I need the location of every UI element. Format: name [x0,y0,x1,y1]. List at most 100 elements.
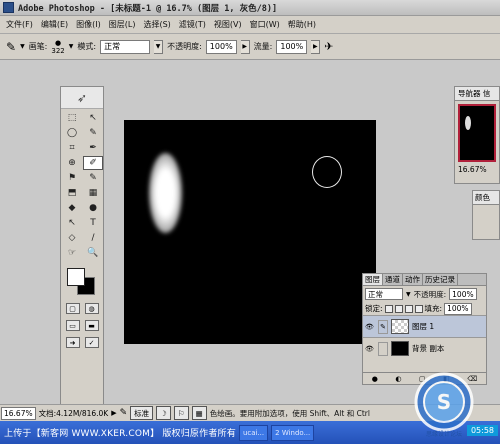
brush-tool-icon[interactable]: ✎ [6,40,16,54]
type-tool-icon[interactable]: T [83,216,103,230]
flow-input[interactable]: 100% [276,39,308,54]
menu-bar: 文件(F) 编辑(E) 图像(I) 图层(L) 选择(S) 滤镜(T) 视图(V… [0,16,500,34]
quickmask-mode-icon[interactable]: ◍ [84,303,99,314]
mode-value: 正常 [104,42,121,51]
blend-dropdown-icon[interactable]: ▼ [406,291,411,298]
brush-dot-icon: ● [55,38,62,47]
taskbar-button[interactable]: ucai... [238,424,269,441]
tab-history[interactable]: 历史记录 [423,274,458,285]
pen-tool-icon[interactable]: ◇ [62,231,82,245]
tab-channels[interactable]: 通道 [383,274,403,285]
grid-button[interactable]: ▦ [191,406,207,420]
mode-select[interactable]: 正常 [100,39,151,54]
layer-style-icon[interactable]: ● [372,375,378,383]
brush-preset-picker[interactable]: ● 322 [51,39,64,55]
menu-edit[interactable]: 编辑(E) [37,19,72,30]
layer-name: 图层 1 [412,322,435,331]
imageready-jump-icon[interactable]: ➜ [65,337,80,348]
link-cell[interactable] [378,341,388,356]
flow-label: 流量: [253,42,273,51]
eye-icon[interactable]: 👁 [365,345,375,353]
menu-window[interactable]: 窗口(W) [246,19,284,30]
menu-filter[interactable]: 滤镜(T) [175,19,210,30]
eraser-tool-icon[interactable]: ⬒ [62,186,82,200]
screen-mode-1-icon[interactable]: ▭ [65,320,80,331]
navigator-zoom[interactable]: 16.67% [455,165,499,174]
lock-transparency-icon[interactable] [384,304,393,313]
lock-position-icon[interactable] [404,304,413,313]
crop-tool-icon[interactable]: ⌗ [62,141,82,155]
marquee-tool-icon[interactable]: ⬚ [62,111,82,125]
shape-tool-icon[interactable]: / [83,231,103,245]
path-select-tool-icon[interactable]: ↖ [62,216,82,230]
opacity-arrow-icon[interactable]: ▶ [240,39,250,54]
menu-layer[interactable]: 图层(L) [105,19,140,30]
menu-file[interactable]: 文件(F) [2,19,37,30]
layer-row[interactable]: 👁 ✎ 图层 1 [363,315,486,337]
airbrush-icon[interactable]: ✈ [324,40,333,53]
color-tab[interactable]: 颜色 [473,191,499,205]
options-bar: ✎ ▼ 画笔: ● 322 ▼ 模式: 正常 ▼ 不透明度: 100% ▶ 流量… [0,34,500,60]
gradient-tool-icon[interactable]: ▦ [83,186,103,200]
history-brush-tool-icon[interactable]: ✎ [83,171,103,185]
standard-mode-icon[interactable]: ▢ [65,303,80,314]
tab-actions[interactable]: 动作 [403,274,423,285]
move-tool-icon[interactable]: ↖ [83,111,103,125]
menu-view[interactable]: 视图(V) [210,19,246,30]
slice-tool-icon[interactable]: ✒ [83,141,103,155]
status-arrow-icon[interactable]: ▶ [111,409,116,417]
blend-mode-select[interactable]: 正常 [365,288,403,300]
brush-dropdown-icon[interactable]: ▼ [20,43,25,50]
layer-row[interactable]: 👁 背景 副本 [363,337,486,359]
opacity-input[interactable]: 100% [205,39,237,54]
moon-button[interactable]: ☽ [156,406,171,420]
opacity-value: 100% [209,42,233,51]
taskbar-button[interactable]: 2 Windo... [271,424,315,441]
menu-select[interactable]: 选择(S) [139,19,174,30]
layer-thumbnail [391,319,409,334]
lock-all-icon[interactable] [414,304,423,313]
eye-icon[interactable]: 👁 [365,323,375,331]
dodge-tool-icon[interactable]: ● [83,201,103,215]
navigator-preview[interactable] [458,104,496,162]
flow-arrow-icon[interactable]: ▶ [311,39,321,54]
brush-cursor-circle [312,156,342,188]
photoshop-logo-icon [3,2,14,13]
blur-tool-icon[interactable]: ◆ [62,201,82,215]
layer-thumbnail [391,341,409,356]
menu-image[interactable]: 图像(I) [72,19,105,30]
fill-value: 100% [447,304,469,313]
info-tab-label[interactable]: 信 [483,88,491,99]
foreground-color-swatch[interactable] [67,268,85,286]
layer-mask-icon[interactable]: ◐ [395,375,401,383]
navigator-tab[interactable]: 导航器 信 [455,87,499,101]
flow-value: 100% [280,42,304,51]
mode-button-label: 标准 [134,408,150,418]
brush-tool-active-icon[interactable]: ✐ [83,156,103,170]
magic-wand-tool-icon[interactable]: ✎ [83,126,103,140]
check-icon[interactable]: ✓ [84,337,99,348]
menu-help[interactable]: 帮助(H) [284,19,320,30]
stamp-tool-icon[interactable]: ⚑ [62,171,82,185]
standard-mode-button[interactable]: 标准 [130,406,154,420]
flag-button[interactable]: ⚐ [173,406,189,420]
tab-layers[interactable]: 图层 [363,274,383,285]
brush-picker-arrow-icon[interactable]: ▼ [69,43,74,50]
document-canvas[interactable] [124,120,376,344]
lock-pixels-icon[interactable] [394,304,403,313]
layers-opacity-value: 100% [452,289,474,299]
hand-tool-icon[interactable]: ☞ [62,246,82,260]
mode-dropdown-icon[interactable]: ▼ [154,39,164,54]
healing-tool-icon[interactable]: ⊕ [62,156,82,170]
screen-mode-2-icon[interactable]: ▬ [84,320,99,331]
fill-label: 填充: [424,304,443,313]
layers-opacity-input[interactable]: 100% [449,288,477,300]
zoom-tool-icon[interactable]: 🔍 [83,246,103,260]
lock-row: 锁定: 填充: 100% [363,302,486,315]
lasso-tool-icon[interactable]: ◯ [62,126,82,140]
fill-input[interactable]: 100% [444,302,472,315]
svg-text:S: S [437,390,451,414]
site-logo-stamp: S 思缘设计论坛 [414,372,474,438]
status-zoom-input[interactable]: 16.67% [1,406,36,420]
document-info[interactable]: 文档:4.12M/816.0K [39,408,109,419]
